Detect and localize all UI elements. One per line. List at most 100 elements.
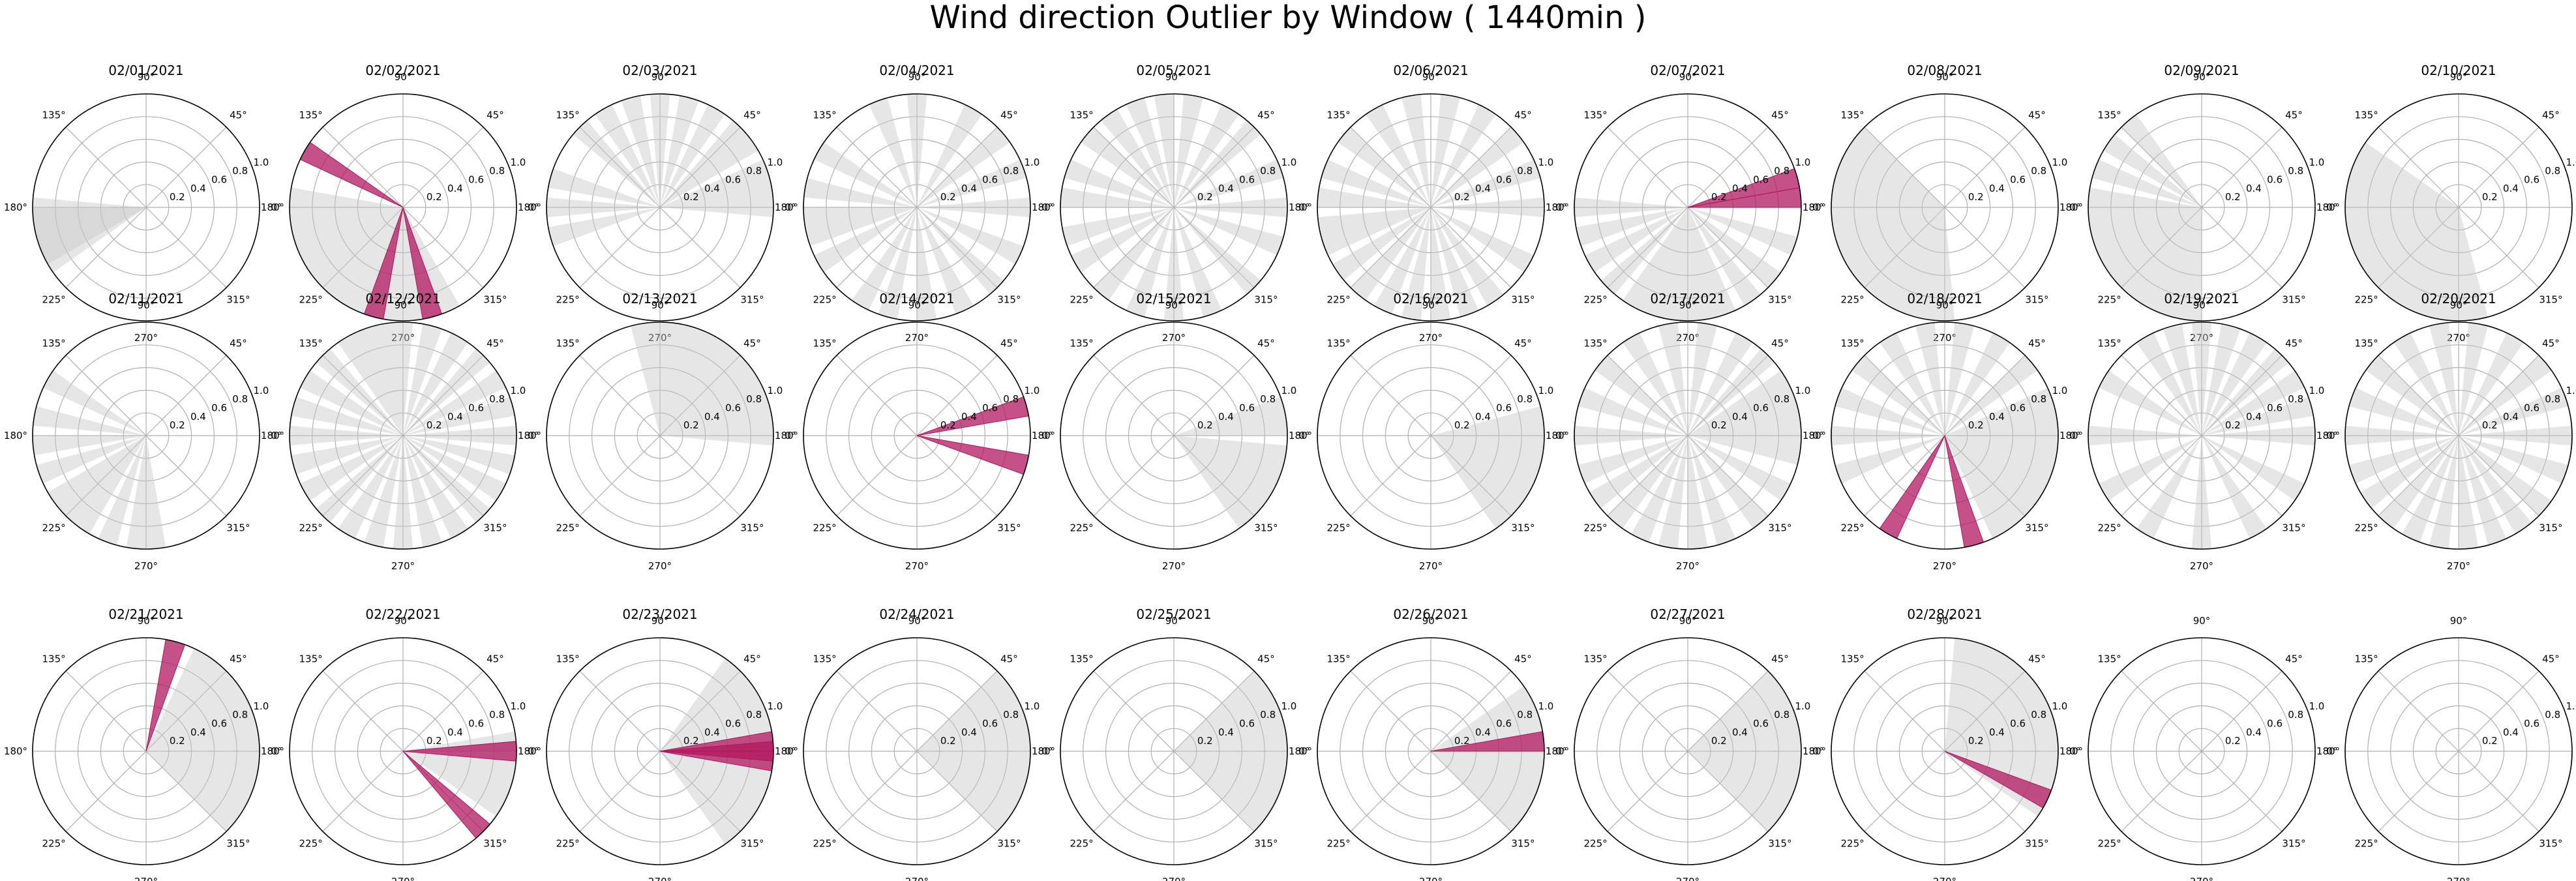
radial-tick-label: 0.6 (468, 718, 484, 730)
panel-title: 02/22/2021 (365, 606, 440, 622)
angle-tick-label: 315° (1768, 293, 1791, 305)
angle-tick-label: 45° (2542, 338, 2560, 350)
radial-tick-label: 0.8 (1517, 165, 1533, 177)
angle-tick-label: 180° (261, 202, 284, 213)
radial-tick-label: 1.0 (510, 385, 526, 396)
radial-tick-label: 0.6 (2010, 402, 2026, 414)
radial-tick-label: 0.6 (2010, 718, 2026, 730)
panel-title: 02/19/2021 (2164, 291, 2239, 306)
angular-gridline (1093, 435, 1175, 516)
angular-gridline (1350, 751, 1431, 832)
angle-tick-label: 45° (2285, 338, 2303, 350)
angle-tick-label: 180° (1546, 202, 1569, 213)
panel-title: 02/02/2021 (365, 63, 440, 78)
normal-bar (2191, 321, 2212, 436)
angle-tick-label: 45° (2028, 338, 2046, 350)
radial-tick-label: 0.8 (489, 165, 505, 177)
angular-gridline (659, 207, 741, 288)
angle-tick-label: 45° (1000, 653, 1018, 665)
angular-gridline (2201, 670, 2283, 752)
angular-gridline (145, 127, 227, 208)
angle-tick-label: 135° (299, 338, 323, 350)
radial-tick-label: 1.0 (767, 700, 783, 712)
angular-gridline (2201, 207, 2283, 288)
angular-gridline (1944, 207, 2026, 288)
radial-tick-label: 0.2 (170, 735, 185, 747)
panel-title: 02/05/2021 (1136, 63, 1211, 78)
angular-gridline (579, 435, 661, 516)
angle-tick-label: 135° (1327, 653, 1351, 665)
angular-gridline (836, 435, 918, 516)
radial-tick-label: 1.0 (2052, 385, 2067, 396)
angle-tick-label: 180° (1289, 430, 1312, 441)
angle-tick-label: 315° (483, 837, 507, 849)
radial-tick-label: 0.2 (1711, 419, 1727, 431)
angular-gridline (2458, 751, 2539, 832)
panel-title: 02/20/2021 (2421, 291, 2496, 306)
angular-gridline (2458, 670, 2539, 752)
angle-tick-label: 225° (556, 293, 580, 305)
radial-tick-label: 0.6 (2267, 174, 2283, 186)
angular-gridline (1607, 751, 1688, 832)
angular-gridline (1093, 670, 1175, 752)
angle-tick-label: 270° (2190, 560, 2213, 572)
angle-tick-label: 45° (2542, 110, 2560, 121)
angle-tick-label: 270° (905, 876, 929, 881)
angle-tick-label: 135° (1584, 110, 1608, 121)
angle-tick-label: 45° (1514, 110, 1532, 121)
angle-tick-label: 225° (2098, 522, 2121, 533)
angle-tick-label: 180° (1546, 745, 1569, 757)
angle-tick-label: 45° (1257, 110, 1275, 121)
radial-tick-label: 0.8 (2031, 393, 2046, 405)
radial-tick-label: 0.8 (489, 393, 505, 405)
angle-tick-label: 180° (261, 430, 284, 441)
angular-gridline (65, 670, 147, 752)
angle-tick-label: 180° (1032, 745, 1055, 757)
angle-tick-label: 225° (813, 837, 837, 849)
angle-tick-label: 315° (740, 522, 764, 533)
radial-tick-label: 0.6 (2524, 718, 2539, 730)
radial-tick-label: 0.4 (961, 183, 977, 194)
angle-tick-label: 225° (299, 522, 323, 533)
angular-gridline (145, 355, 227, 436)
radial-tick-label: 0.4 (704, 411, 720, 423)
angle-tick-label: 45° (1257, 338, 1275, 350)
radial-tick-label: 0.4 (1218, 726, 1234, 738)
angle-tick-label: 135° (1584, 653, 1608, 665)
radial-tick-label: 0.4 (190, 183, 206, 194)
polar-panel: 0°45°90°135°180°225°270°315°0.20.40.60.8… (775, 606, 1053, 881)
radial-tick-label: 0.6 (2524, 402, 2539, 414)
angle-tick-label: 315° (2025, 522, 2048, 533)
radial-tick-label: 0.4 (2503, 726, 2519, 738)
normal-bar (2088, 425, 2202, 446)
angle-tick-label: 315° (1511, 837, 1535, 849)
angle-tick-label: 270° (1676, 876, 1700, 881)
radial-tick-label: 0.6 (1753, 174, 1769, 186)
angle-tick-label: 225° (556, 522, 580, 533)
polar-panel: 0°45°90°135°180°225°270°315°0.20.40.60.8… (4, 606, 282, 881)
angle-tick-label: 225° (1327, 522, 1351, 533)
radial-tick-label: 0.4 (704, 726, 720, 738)
angle-tick-label: 315° (1511, 522, 1535, 533)
radial-tick-label: 0.8 (1260, 165, 1276, 177)
panel-title: 02/10/2021 (2421, 63, 2496, 78)
panel-title: 02/24/2021 (879, 606, 954, 622)
polar-panel: 0°45°90°135°180°225°270°315°0.20.40.60.8… (2059, 615, 2338, 881)
angle-tick-label: 315° (2539, 837, 2562, 849)
radial-tick-label: 1.0 (253, 700, 269, 712)
angular-gridline (2201, 127, 2283, 208)
angular-gridline (1607, 670, 1688, 752)
angle-tick-label: 225° (299, 293, 323, 305)
angle-tick-label: 315° (1768, 837, 1791, 849)
radial-tick-label: 1.0 (2309, 385, 2324, 396)
panel-title: 02/25/2021 (1136, 606, 1211, 622)
radial-tick-label: 0.8 (1003, 709, 1019, 721)
radial-tick-label: 0.4 (1732, 183, 1748, 194)
radial-tick-label: 0.8 (1774, 393, 1790, 405)
angle-tick-label: 315° (997, 837, 1021, 849)
panel-title: 02/09/2021 (2164, 63, 2239, 78)
angle-tick-label: 225° (1070, 293, 1094, 305)
radial-tick-label: 0.2 (1454, 191, 1470, 203)
radial-tick-label: 0.2 (683, 191, 699, 203)
radial-tick-label: 1.0 (510, 157, 526, 168)
